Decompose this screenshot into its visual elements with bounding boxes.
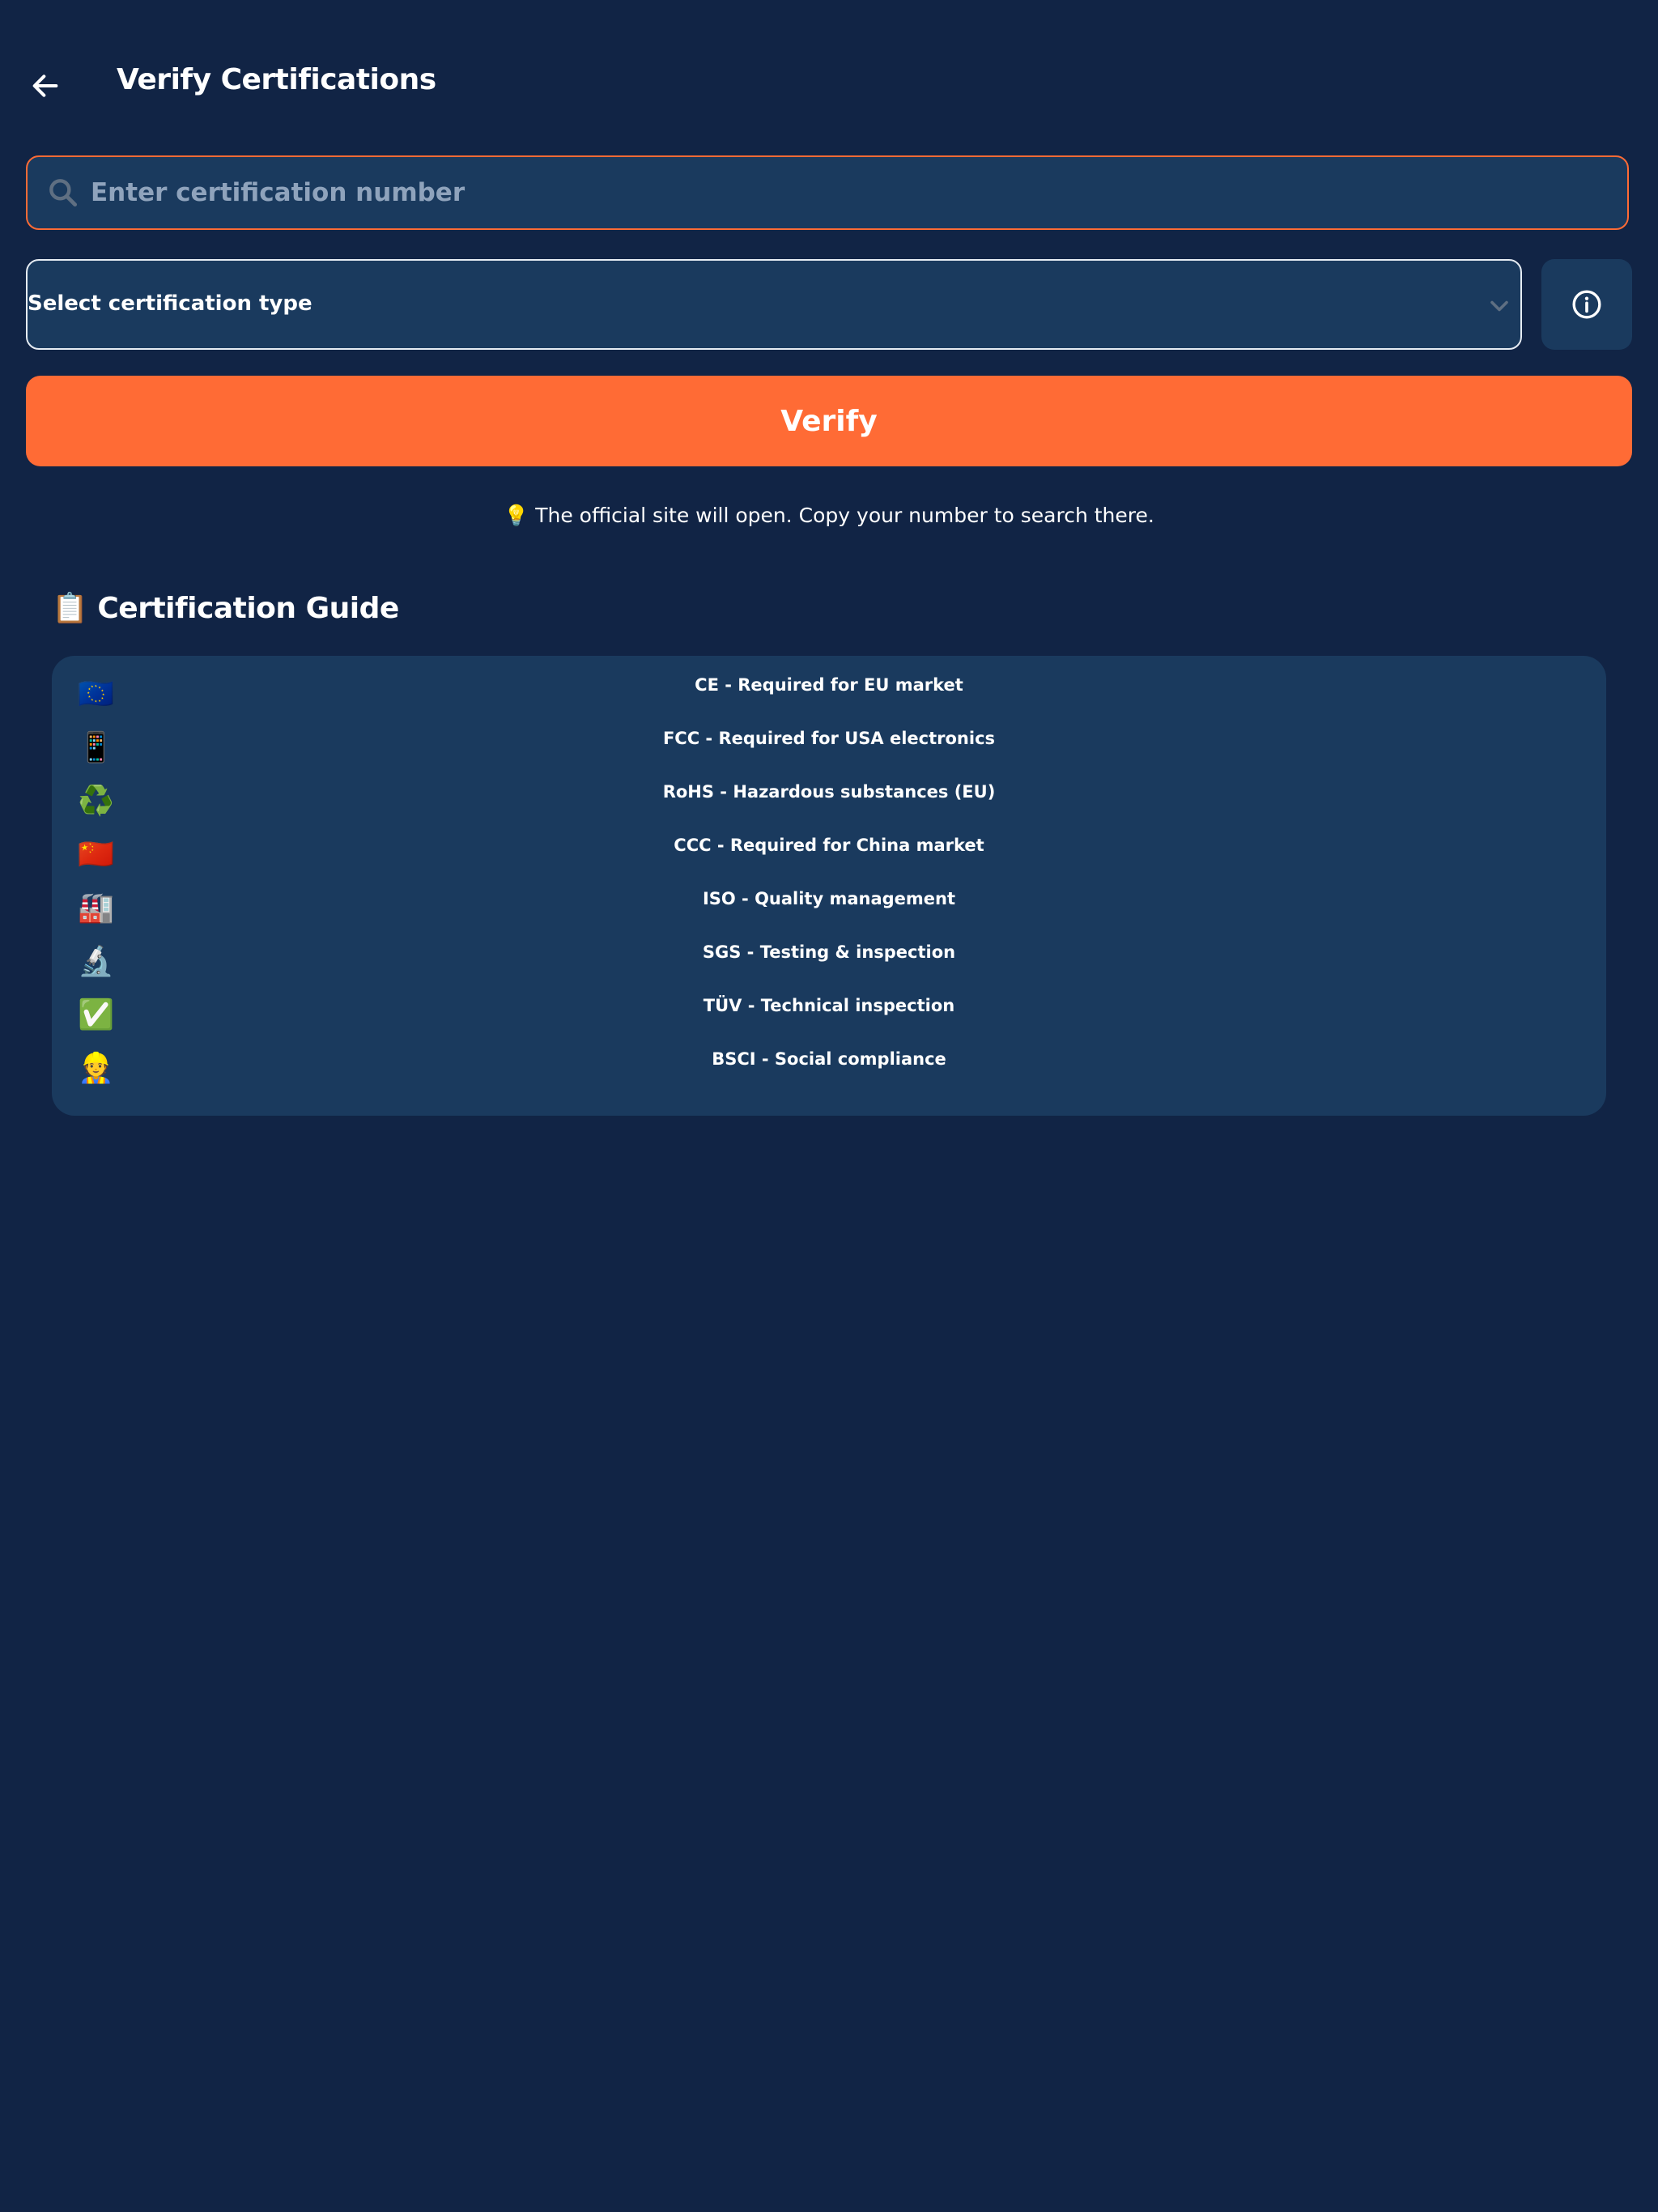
info-button[interactable]	[1541, 259, 1632, 350]
factory-icon: 🏭	[78, 891, 114, 925]
certification-number-input[interactable]	[91, 157, 1613, 228]
back-button[interactable]	[19, 60, 71, 112]
guide-item-text: FCC - Required for USA electronics	[662, 729, 996, 748]
mobile-phone-icon: 📱	[78, 731, 114, 764]
page-title: Verify Certifications	[117, 63, 436, 96]
hint-text: 💡 The official site will open. Copy your…	[504, 504, 1154, 527]
guide-item-rohs: ♻️ RoHS - Hazardous substances (EU)	[52, 772, 1606, 826]
eu-flag-icon: 🇪🇺	[78, 678, 114, 711]
guide-item-iso: 🏭 ISO - Quality management	[52, 879, 1606, 933]
app-header: Verify Certifications	[0, 49, 1658, 121]
arrow-left-icon	[32, 74, 58, 97]
search-icon	[49, 179, 78, 207]
guide-title: 📋 Certification Guide	[52, 592, 399, 625]
guide-item-bsci: 👷 BSCI - Social compliance	[52, 1040, 1606, 1093]
china-flag-icon: 🇨🇳	[78, 838, 114, 871]
guide-item-text: TÜV - Technical inspection	[703, 996, 955, 1015]
guide-item-text: ISO - Quality management	[702, 889, 956, 908]
guide-item-text: SGS - Testing & inspection	[702, 942, 956, 962]
construction-worker-icon: 👷	[78, 1052, 114, 1085]
guide-item-ccc: 🇨🇳 CCC - Required for China market	[52, 826, 1606, 879]
verify-button[interactable]: Verify	[26, 376, 1632, 466]
chevron-down-icon	[1490, 300, 1508, 312]
guide-item-text: CCC - Required for China market	[674, 836, 984, 855]
recycle-icon: ♻️	[78, 785, 114, 818]
guide-item-sgs: 🔬 SGS - Testing & inspection	[52, 933, 1606, 986]
microscope-icon: 🔬	[78, 945, 114, 978]
search-field[interactable]	[26, 155, 1629, 230]
select-label: Select certification type	[28, 291, 312, 316]
certification-type-select[interactable]: Select certification type	[26, 259, 1522, 350]
check-mark-icon: ✅	[78, 998, 114, 1032]
guide-item-fcc: 📱 FCC - Required for USA electronics	[52, 719, 1606, 772]
certification-guide-card: 🇪🇺 CE - Required for EU market 📱 FCC - R…	[52, 656, 1606, 1116]
guide-item-ce: 🇪🇺 CE - Required for EU market	[52, 666, 1606, 719]
guide-item-tuv: ✅ TÜV - Technical inspection	[52, 986, 1606, 1040]
guide-item-text: RoHS - Hazardous substances (EU)	[662, 782, 996, 802]
guide-item-text: BSCI - Social compliance	[712, 1049, 946, 1069]
info-circle-icon	[1572, 290, 1601, 319]
guide-item-text: CE - Required for EU market	[695, 675, 963, 695]
